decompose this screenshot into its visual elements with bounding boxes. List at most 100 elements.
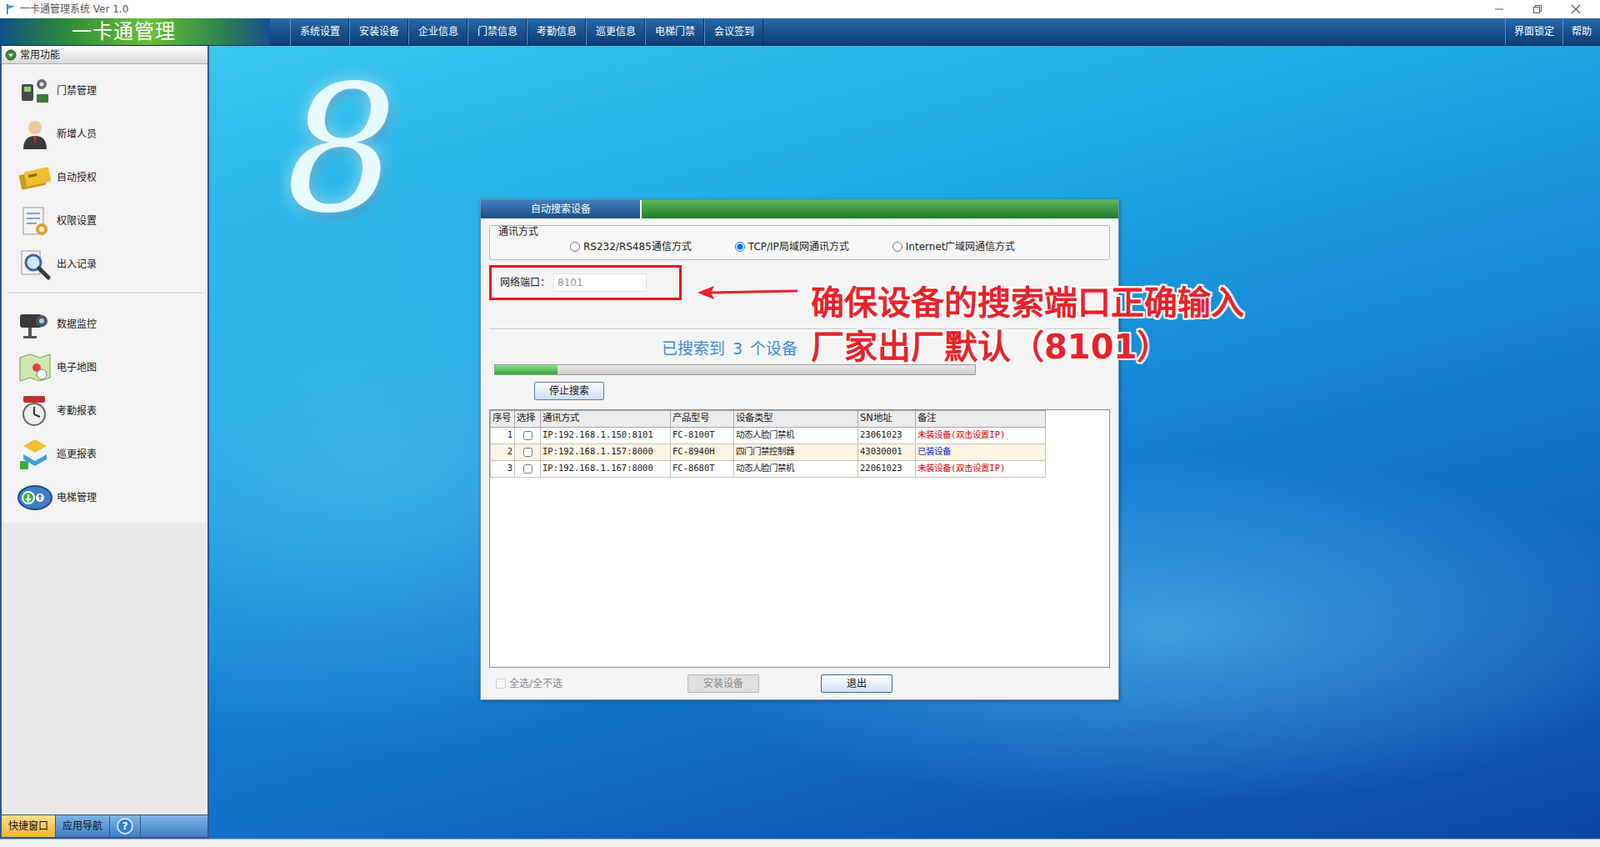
- dialog-footer: 全选/全不选 安装设备 退出: [489, 674, 1110, 693]
- select-all-checkbox[interactable]: [495, 678, 506, 689]
- sidebar-item[interactable]: 门禁管理: [1, 69, 208, 113]
- select-all-label: 全选/全不选: [509, 675, 563, 691]
- sidebar-tabs: 快捷窗口应用导航?: [1, 814, 208, 837]
- sidebar-item[interactable]: 巡更报表: [1, 432, 208, 476]
- column-header[interactable]: SN地址: [858, 410, 916, 427]
- toolbar-button[interactable]: 界面锁定: [1505, 18, 1563, 45]
- progress-fill: [495, 365, 558, 375]
- sidebar-item[interactable]: 电子地图: [1, 345, 208, 390]
- comm-radio[interactable]: [892, 241, 903, 252]
- remark: 未装设备(双击设置IP): [915, 460, 1046, 477]
- stop-search-button[interactable]: 停止搜索: [534, 381, 605, 400]
- sidebar-item-label: 新增人员: [56, 126, 97, 142]
- menu-item[interactable]: 考勤信息: [526, 18, 586, 45]
- search-dialog: 自动搜索设备通讯方式RS232/RS485通信方式TCP/IP局域网通讯方式In…: [480, 199, 1120, 700]
- minimize-icon[interactable]: [1480, 0, 1519, 19]
- device-count: 3: [725, 339, 750, 358]
- port-input[interactable]: [553, 273, 647, 292]
- sidebar-tab[interactable]: 应用导航: [55, 815, 110, 837]
- device-row[interactable]: 1IP:192.168.1.150:8101FC-8100T动态人脸门禁机230…: [490, 426, 1046, 444]
- product-model: FC-8100T: [670, 426, 735, 444]
- column-header[interactable]: 序号: [490, 410, 515, 427]
- menu-item[interactable]: 企业信息: [408, 18, 468, 45]
- dialog-title: 自动搜索设备: [480, 200, 642, 219]
- menu-item[interactable]: 会议签到: [704, 18, 764, 45]
- comm-options: RS232/RS485通信方式 TCP/IP局域网通讯方式 Internet广域网通…: [498, 239, 1101, 255]
- row-checkbox[interactable]: [523, 430, 533, 440]
- restore-icon[interactable]: [1518, 0, 1557, 19]
- desktop-area: 8自动搜索设备通讯方式RS232/RS485通信方式TCP/IP局域网通讯方式I…: [209, 45, 1600, 839]
- sn-code: 23061023: [858, 426, 916, 444]
- device-table: 序号选择通讯方式产品型号设备类型SN地址备注 1 IP:192.168.1.150:…: [490, 410, 1046, 478]
- toolbar-button[interactable]: 帮助: [1562, 18, 1600, 45]
- sidebar-tab[interactable]: 快捷窗口: [1, 815, 56, 837]
- sidebar-item-label: 自动授权: [56, 170, 97, 185]
- comm-option-label: RS232/RS485通信方式: [583, 239, 692, 255]
- comm-option[interactable]: TCP/IP局域网通讯方式: [735, 239, 850, 255]
- sidebar-item[interactable]: 电梯管理: [1, 475, 208, 520]
- sidebar-tab-label: 应用导航: [62, 818, 103, 834]
- sidebar-title: 常用功能: [20, 47, 60, 63]
- sidebar-item[interactable]: 数据监控: [1, 302, 208, 346]
- sidebar-item-label: 权限设置: [56, 213, 97, 229]
- status-prefix: 已搜索到: [661, 339, 725, 358]
- function-icon: [16, 349, 54, 386]
- port-field: 网络端口：: [489, 265, 682, 300]
- column-header[interactable]: 通讯方式: [540, 410, 671, 427]
- sidebar-tab[interactable]: ?: [110, 815, 141, 837]
- arrow-icon: [695, 284, 800, 301]
- menu-item[interactable]: 系统设置: [290, 18, 350, 45]
- menu-bar: 一卡通管理系统设置安装设备企业信息门禁信息考勤信息巡更信息电梯门禁会议签到 界面锁…: [0, 18, 1600, 46]
- help-icon: ?: [116, 817, 134, 835]
- wallpaper-logo: 8: [285, 62, 398, 238]
- menu-item[interactable]: 安装设备: [349, 18, 409, 45]
- comm-option[interactable]: Internet广域网通信方式: [892, 239, 1016, 255]
- comm-address: IP:192.168.1.157:8000: [540, 443, 671, 460]
- sidebar-item[interactable]: 自动授权: [1, 155, 208, 200]
- product-model: FC-8940H: [670, 443, 735, 460]
- column-header[interactable]: 备注: [915, 410, 1046, 427]
- comm-mode-legend: 通讯方式: [498, 224, 1101, 240]
- row-checkbox[interactable]: [523, 447, 533, 457]
- comm-radio[interactable]: [735, 241, 745, 252]
- collapse-icon: [5, 49, 17, 61]
- row-number: 1: [490, 426, 515, 444]
- device-type: 动态人脸门禁机: [734, 460, 859, 477]
- device-row[interactable]: 3IP:192.168.1.167:8000FC-8680T动态人脸门禁机220…: [490, 460, 1046, 477]
- sidebar-item[interactable]: 新增人员: [1, 112, 208, 156]
- sidebar-header[interactable]: 常用功能: [1, 45, 208, 65]
- install-button[interactable]: 安装设备: [687, 674, 760, 693]
- menu-item[interactable]: 门禁信息: [467, 18, 527, 45]
- menu-item[interactable]: 电梯门禁: [645, 18, 705, 45]
- function-icon: [16, 479, 54, 516]
- sidebar-item[interactable]: 考勤报表: [1, 389, 208, 433]
- comm-address: IP:192.168.1.150:8101: [540, 426, 671, 444]
- exit-button[interactable]: 退出: [820, 674, 893, 693]
- column-header[interactable]: 设备类型: [734, 410, 859, 427]
- comm-radio[interactable]: [570, 241, 580, 252]
- app-logo: 一卡通管理: [0, 18, 270, 45]
- row-checkbox[interactable]: [523, 464, 533, 474]
- annotation-line: 厂家出厂默认（8101）: [810, 325, 1245, 370]
- row-number: 2: [490, 443, 515, 460]
- remark: 已装设备: [915, 443, 1046, 460]
- comm-mode-group: 通讯方式RS232/RS485通信方式 TCP/IP局域网通讯方式 Internet…: [489, 225, 1110, 260]
- row-number: 3: [490, 460, 515, 477]
- comm-option[interactable]: RS232/RS485通信方式: [570, 239, 692, 255]
- menu-item[interactable]: 巡更信息: [585, 18, 645, 45]
- sn-code: 22061023: [858, 460, 916, 477]
- function-icon: [16, 159, 54, 196]
- device-row[interactable]: 2IP:192.168.1.157:8000FC-8940H四门门禁控制器430…: [490, 443, 1046, 460]
- status-suffix: 个设备: [750, 339, 798, 358]
- sidebar-group: 数据监控电子地图考勤报表巡更报表电梯管理: [1, 297, 208, 523]
- close-icon[interactable]: [1556, 0, 1595, 19]
- sidebar-item[interactable]: 出入记录: [1, 242, 208, 286]
- sidebar-item-label: 电子地图: [56, 360, 97, 375]
- column-header[interactable]: 产品型号: [670, 410, 735, 427]
- select-all[interactable]: 全选/全不选: [489, 675, 688, 691]
- sidebar-item-label: 考勤报表: [56, 403, 97, 419]
- column-header[interactable]: 选择: [515, 410, 541, 427]
- sidebar-item[interactable]: 权限设置: [1, 199, 208, 243]
- sidebar-divider: [6, 292, 203, 295]
- sidebar-item-label: 数据监控: [56, 316, 97, 332]
